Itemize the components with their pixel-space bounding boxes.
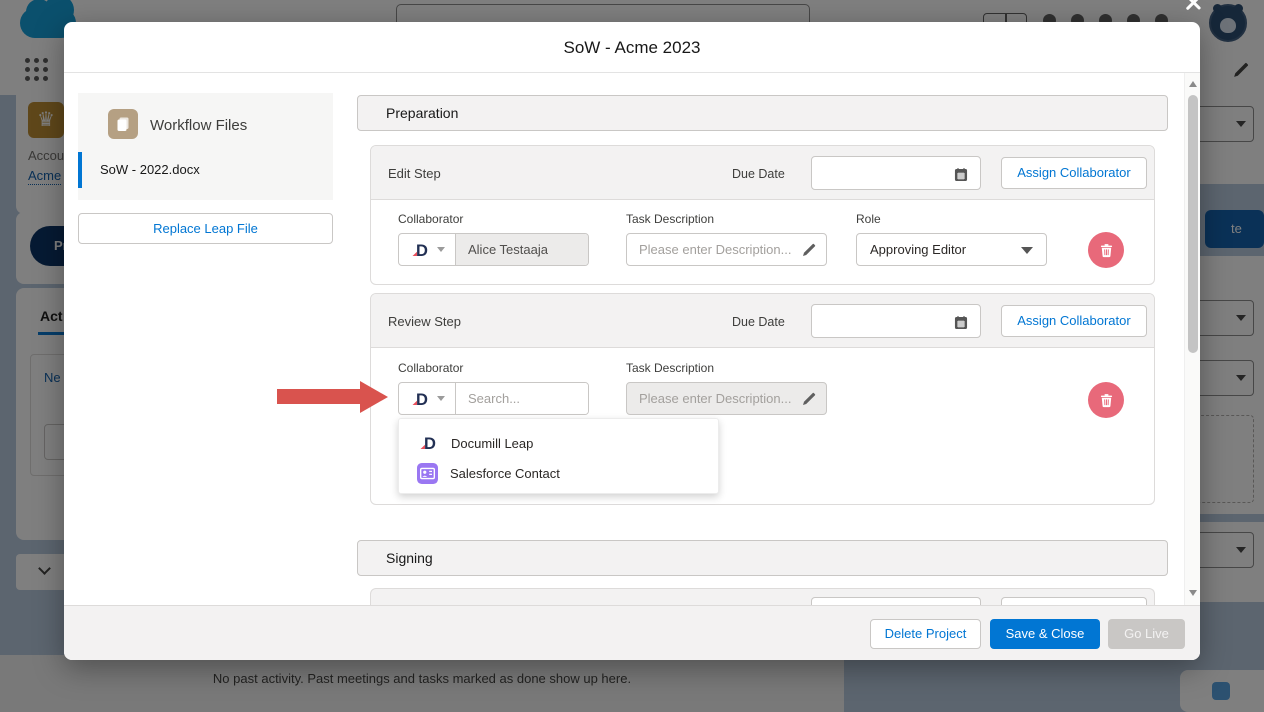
file-list-item[interactable]: SoW - 2022.docx	[78, 152, 333, 188]
workflow-files-panel: Workflow Files SoW - 2022.docx	[78, 93, 333, 200]
dropdown-option-documill-leap[interactable]: D Documill Leap	[399, 427, 720, 459]
task-description-field[interactable]	[627, 390, 798, 407]
save-close-button[interactable]: Save & Close	[990, 619, 1100, 649]
due-date-input[interactable]	[811, 597, 981, 605]
documill-logo: D	[409, 239, 431, 261]
delete-project-button[interactable]: Delete Project	[870, 619, 981, 649]
svg-text:D: D	[424, 435, 436, 453]
pencil-icon[interactable]	[802, 392, 816, 406]
task-description-label: Task Description	[626, 361, 714, 375]
assign-collaborator-button[interactable]: Assign Collaborator	[1001, 305, 1147, 337]
calendar-icon	[954, 167, 968, 181]
role-label: Role	[856, 212, 881, 226]
file-name: SoW - 2022.docx	[100, 162, 200, 177]
collaborator-source-dropdown-button[interactable]: D	[399, 234, 456, 265]
due-date-label: Due Date	[732, 315, 785, 329]
step-title: Review Step	[388, 314, 461, 329]
chevron-down-icon	[437, 396, 445, 401]
task-description-label: Task Description	[626, 212, 714, 226]
section-signing: Signing	[357, 540, 1168, 576]
collaborator-combo: D	[398, 382, 589, 415]
collaborator-source-dropdown-button[interactable]: D	[399, 383, 456, 414]
due-date-input[interactable]	[811, 304, 981, 338]
collaborator-search-input[interactable]	[456, 383, 588, 414]
trash-icon	[1099, 243, 1114, 258]
chevron-down-icon	[1021, 247, 1033, 254]
signing-step-panel-partial	[370, 588, 1155, 605]
annotation-arrow-head	[360, 381, 388, 413]
calendar-icon	[954, 315, 968, 329]
workflow-modal: SoW - Acme 2023 Workflow Files SoW - 202…	[64, 22, 1200, 660]
selected-file-indicator	[78, 152, 82, 188]
review-step-header: Review Step Due Date Assign Collaborator	[371, 294, 1154, 348]
screen: ♛ Accou Acme Pr Act Ne No past activity.…	[0, 0, 1264, 712]
collaborator-value-input[interactable]	[456, 234, 588, 265]
collaborator-label: Collaborator	[398, 212, 463, 226]
scroll-up-icon[interactable]	[1189, 81, 1197, 87]
dropdown-option-salesforce-contact[interactable]: Salesforce Contact	[399, 457, 720, 489]
option-label: Documill Leap	[451, 436, 533, 451]
scrollbar-thumb[interactable]	[1188, 95, 1198, 353]
modal-footer: Delete Project Save & Close Go Live	[64, 605, 1200, 660]
annotation-arrow	[277, 389, 361, 404]
files-panel-title: Workflow Files	[150, 117, 247, 134]
salesforce-contact-icon	[417, 463, 438, 484]
edit-step-panel: Edit Step Due Date Assign Collaborator C…	[370, 145, 1155, 285]
task-description-input[interactable]	[626, 382, 827, 415]
step-title: Edit Step	[388, 166, 441, 181]
delete-step-button[interactable]	[1088, 232, 1124, 268]
edit-step-header: Edit Step Due Date Assign Collaborator	[371, 146, 1154, 200]
documill-logo: D	[409, 388, 431, 410]
option-label: Salesforce Contact	[450, 466, 560, 481]
workflow-files-icon	[108, 109, 138, 139]
review-step-panel: Review Step Due Date Assign Collaborator…	[370, 293, 1155, 505]
assign-collaborator-button[interactable]: Assign Collaborator	[1001, 157, 1147, 189]
collaborator-combo: D	[398, 233, 589, 266]
collaborator-source-dropdown-menu: D Documill Leap Salesforce Contact	[398, 418, 719, 494]
task-description-field[interactable]	[627, 241, 798, 258]
collaborator-label: Collaborator	[398, 361, 463, 375]
delete-step-button[interactable]	[1088, 382, 1124, 418]
section-preparation: Preparation	[357, 95, 1168, 131]
assign-collaborator-button[interactable]	[1001, 597, 1147, 605]
modal-title: SoW - Acme 2023	[64, 22, 1200, 73]
go-live-button[interactable]: Go Live	[1108, 619, 1185, 649]
modal-scrollbar	[1184, 73, 1200, 605]
replace-leap-file-button[interactable]: Replace Leap File	[78, 213, 333, 244]
task-description-input[interactable]	[626, 233, 827, 266]
svg-text:D: D	[416, 242, 428, 260]
chevron-down-icon	[437, 247, 445, 252]
close-icon[interactable]	[1182, 0, 1204, 13]
documill-logo: D	[417, 432, 439, 454]
trash-icon	[1099, 393, 1114, 408]
pencil-icon[interactable]	[802, 243, 816, 257]
role-select[interactable]: Approving Editor	[856, 233, 1047, 266]
due-date-input[interactable]	[811, 156, 981, 190]
svg-text:D: D	[416, 391, 428, 409]
due-date-label: Due Date	[732, 167, 785, 181]
scroll-down-icon[interactable]	[1189, 590, 1197, 596]
